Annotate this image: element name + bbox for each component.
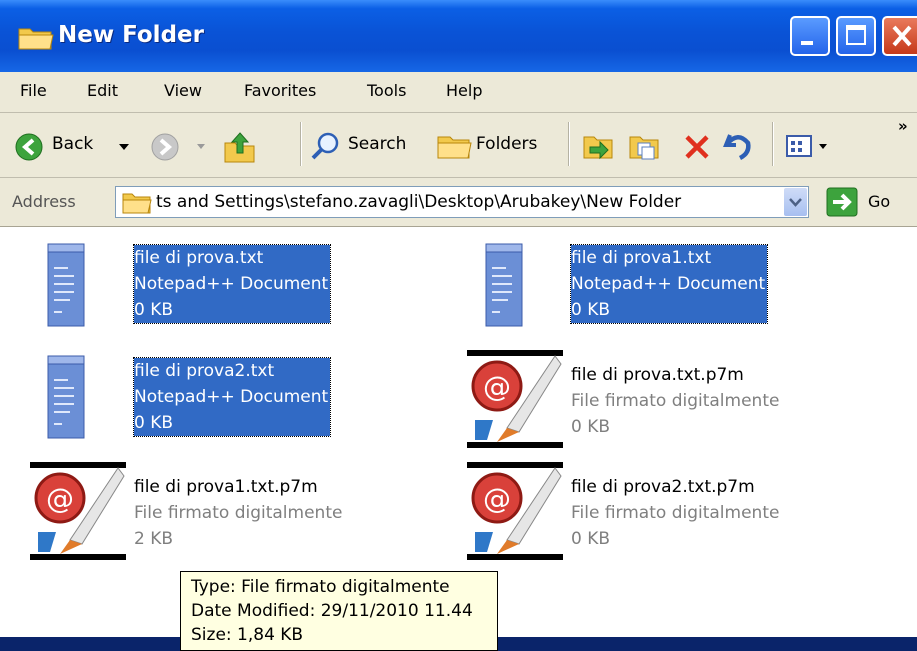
file-size: 0 KB — [571, 300, 611, 320]
menu-view[interactable]: View — [164, 81, 202, 100]
file-type: File firmato digitalmente — [571, 503, 780, 523]
file-size: 0 KB — [134, 413, 174, 433]
file-type: File firmato digitalmente — [571, 391, 780, 411]
move-to-icon[interactable] — [582, 131, 614, 161]
window-title: New Folder — [58, 22, 204, 48]
file-name: file di prova1.txt.p7m — [134, 477, 318, 497]
notepad-document-icon — [47, 243, 85, 327]
tooltip-date-modified: Date Modified: 29/11/2010 11.44 — [191, 601, 473, 621]
file-name: file di prova1.txt — [571, 248, 712, 268]
folder-icon — [18, 28, 54, 50]
go-arrow-icon[interactable] — [826, 187, 858, 217]
delete-icon[interactable] — [682, 132, 712, 162]
address-label: Address — [12, 192, 76, 211]
views-icon[interactable] — [785, 133, 813, 159]
file-name: file di prova.txt — [134, 248, 264, 268]
file-name: file di prova.txt.p7m — [571, 365, 744, 385]
address-path[interactable]: ts and Settings\stefano.zavagli\Desktop\… — [156, 192, 681, 212]
menu-file[interactable]: File — [20, 81, 47, 100]
menu-edit[interactable]: Edit — [87, 81, 118, 100]
menu-bar: File Edit View Favorites Tools Help — [0, 72, 917, 184]
folders-button[interactable]: Folders — [476, 134, 537, 154]
toolbar-separator — [300, 122, 302, 166]
file-name: file di prova2.txt — [134, 361, 275, 381]
back-button[interactable]: Back — [52, 134, 93, 154]
views-dropdown-icon[interactable] — [818, 143, 828, 150]
copy-to-icon[interactable] — [628, 131, 660, 161]
explorer-window: New Folder File Edit View Favorites Tool… — [0, 0, 917, 651]
signed-file-icon: @ — [30, 462, 126, 560]
search-icon[interactable] — [310, 130, 342, 162]
svg-text:@: @ — [483, 370, 511, 403]
signed-file-icon: @ — [467, 350, 563, 448]
maximize-button[interactable] — [836, 16, 876, 56]
file-size: 0 KB — [134, 300, 174, 320]
toolbar-overflow-chevron[interactable]: » — [898, 117, 908, 135]
forward-dropdown-icon[interactable] — [196, 143, 206, 150]
file-type: Notepad++ Document — [571, 274, 766, 294]
close-button[interactable] — [882, 16, 917, 56]
file-size: 0 KB — [571, 529, 611, 549]
toolbar-separator — [568, 122, 570, 166]
menu-tools[interactable]: Tools — [367, 81, 406, 100]
title-bar[interactable]: New Folder — [0, 0, 917, 72]
file-type: Notepad++ Document — [134, 274, 329, 294]
svg-text:@: @ — [483, 482, 511, 515]
file-size: 0 KB — [571, 417, 611, 437]
maximize-icon — [846, 25, 866, 45]
back-dropdown-icon[interactable] — [118, 143, 130, 151]
undo-icon[interactable] — [722, 131, 754, 161]
file-type: File firmato digitalmente — [134, 503, 343, 523]
notepad-document-icon — [485, 243, 523, 327]
notepad-document-icon — [47, 355, 85, 439]
close-icon — [892, 25, 912, 47]
file-size: 2 KB — [134, 529, 174, 549]
search-button[interactable]: Search — [348, 134, 406, 154]
file-info-tooltip: Type: File firmato digitalmente Date Mod… — [180, 571, 498, 651]
address-dropdown-button[interactable] — [784, 188, 807, 216]
minimize-button[interactable] — [790, 16, 830, 56]
svg-text:@: @ — [46, 482, 74, 515]
toolbar-separator — [772, 122, 774, 166]
standard-toolbar: Back Search Folders » — [0, 113, 917, 178]
tooltip-type: Type: File firmato digitalmente — [191, 577, 450, 597]
menu-help[interactable]: Help — [446, 81, 482, 100]
minimize-icon — [801, 41, 813, 45]
go-button[interactable]: Go — [868, 192, 890, 211]
forward-arrow-icon[interactable] — [150, 132, 180, 162]
tooltip-size: Size: 1,84 KB — [191, 625, 304, 645]
folders-icon[interactable] — [436, 129, 472, 161]
chevron-down-icon — [789, 198, 802, 207]
back-arrow-icon[interactable] — [14, 132, 44, 162]
signed-file-icon: @ — [467, 462, 563, 560]
up-folder-icon[interactable] — [222, 129, 258, 165]
file-name: file di prova2.txt.p7m — [571, 477, 755, 497]
file-type: Notepad++ Document — [134, 387, 329, 407]
folder-icon — [122, 193, 152, 214]
menu-favorites[interactable]: Favorites — [244, 81, 316, 100]
